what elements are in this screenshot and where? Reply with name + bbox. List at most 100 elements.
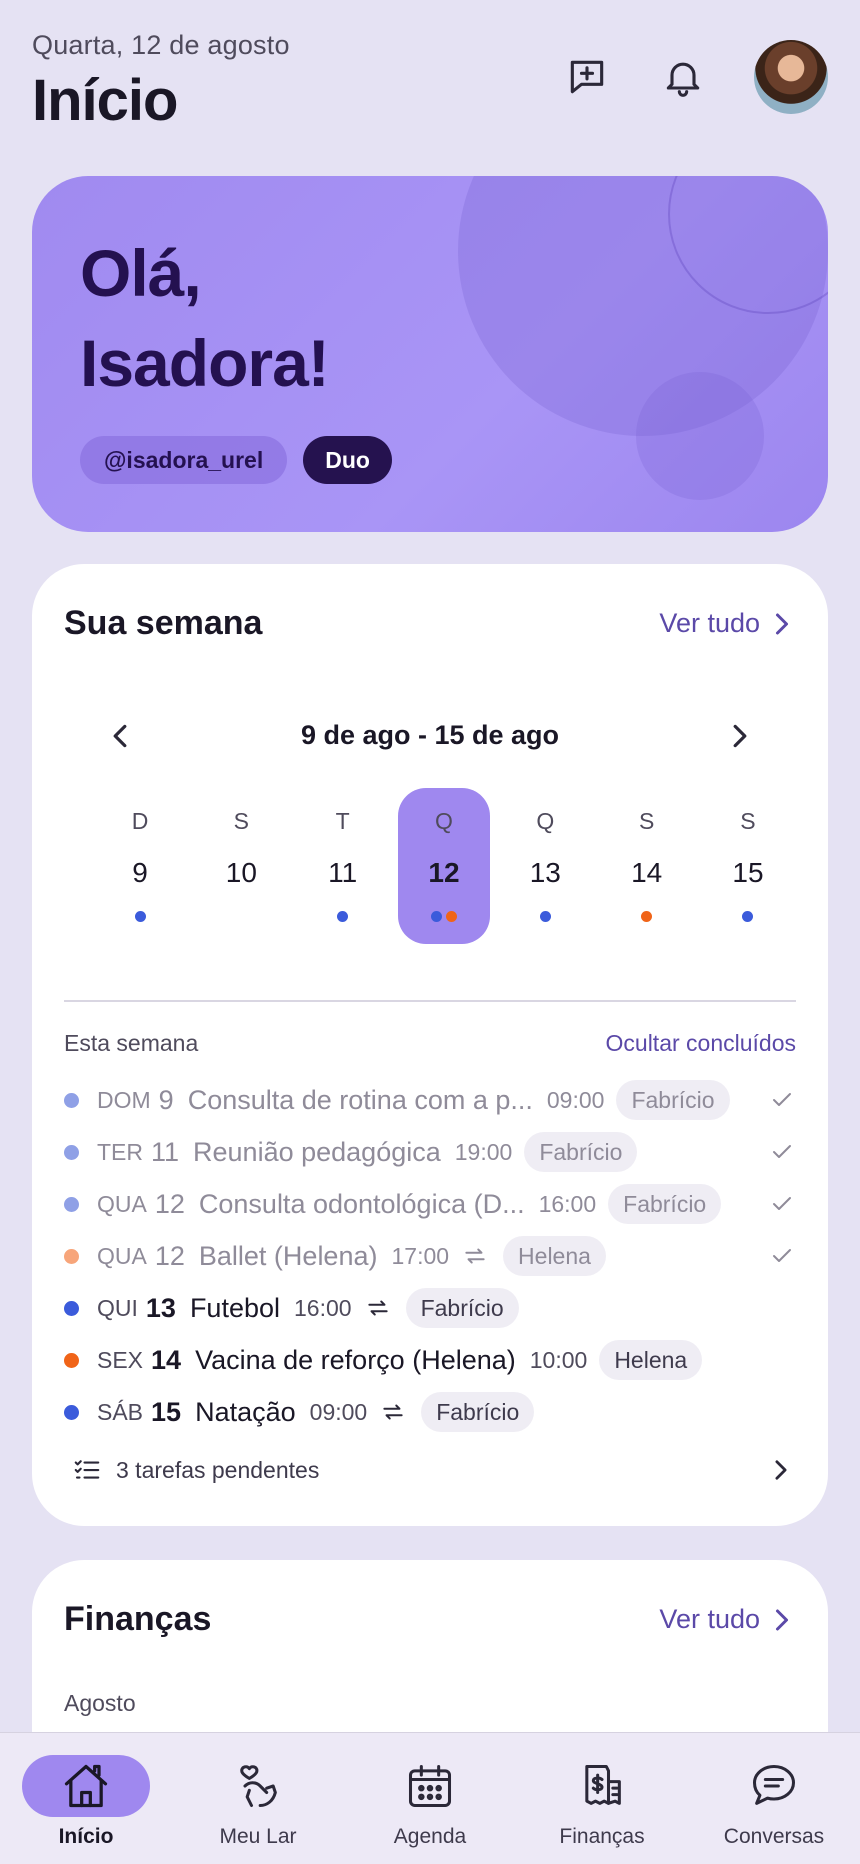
event-row[interactable]: TER 11 Reunião pedagógica 19:00 Fabrício (64, 1126, 796, 1178)
event-dot (134, 911, 146, 922)
username-chip[interactable]: @isadora_urel (80, 436, 288, 484)
day-cell[interactable]: T 11 (297, 788, 389, 944)
event-time: 19:00 (454, 1138, 513, 1165)
header: Quarta, 12 de agosto Início (32, 30, 828, 150)
event-row[interactable]: QUA 12 Ballet (Helena) 17:00 Helena (64, 1230, 796, 1282)
event-weekday: QUA (97, 1242, 147, 1269)
day-weekday: S (638, 808, 655, 834)
event-row[interactable]: QUI 13 Futebol 16:00 Fabrício (64, 1282, 796, 1334)
checklist-icon (74, 1460, 100, 1479)
event-row[interactable]: DOM 9 Consulta de rotina com a p... 09:00 Fa… (64, 1074, 796, 1126)
week-card: Sua semana Ver tudo 9 de ago - 15 de ago… (32, 564, 828, 1526)
day-number: 14 (631, 857, 663, 888)
day-cell[interactable]: S 14 (601, 788, 693, 944)
day-cell[interactable]: S 10 (195, 788, 287, 944)
day-cell[interactable]: Q 12 (397, 788, 490, 944)
event-color-dot (64, 1196, 79, 1212)
next-week-button[interactable] (720, 716, 760, 756)
event-dot (742, 911, 754, 922)
repeat-icon (461, 1242, 489, 1270)
event-color-dot (64, 1092, 79, 1108)
greeting-banner: Olá, Isadora! @isadora_urel Duo (32, 176, 828, 532)
event-day: 14 (151, 1344, 182, 1375)
day-weekday: T (335, 808, 350, 834)
nav-label: Conversas (723, 1825, 825, 1848)
bell-icon[interactable] (658, 52, 708, 102)
event-title: Consulta odontológica (D... (198, 1188, 525, 1219)
event-day: 15 (151, 1396, 182, 1427)
event-day: 9 (158, 1084, 174, 1115)
nav-label: Meu Lar (219, 1825, 297, 1848)
day-weekday: Q (536, 808, 555, 834)
chevron-right-icon (733, 724, 747, 748)
see-all-label: Ver tudo (659, 1604, 760, 1634)
assignee-tag: Helena (599, 1340, 703, 1380)
see-all-label: Ver tudo (659, 608, 760, 638)
assignee-tag: Fabrício (421, 1392, 535, 1432)
check-icon (768, 1190, 796, 1218)
nav-item-financas[interactable]: Finanças (518, 1733, 686, 1864)
pending-tasks-row[interactable]: 3 tarefas pendentes (72, 1450, 788, 1490)
event-color-dot (64, 1300, 79, 1316)
event-dot (539, 911, 551, 922)
divider (64, 1000, 796, 1002)
assignee-tag: Fabrício (405, 1288, 519, 1328)
day-number: 11 (328, 857, 358, 888)
event-dots (337, 911, 349, 923)
event-weekday: SEX (97, 1346, 144, 1373)
day-number: 15 (732, 857, 764, 888)
finance-month: Agosto (64, 1690, 136, 1716)
event-dot (337, 911, 349, 922)
header-actions (516, 40, 828, 114)
finance-title: Finanças (64, 1600, 212, 1638)
nav-label: Agenda (393, 1825, 467, 1848)
nav-item-meu-lar[interactable]: Meu Lar (174, 1733, 342, 1864)
week-see-all-link[interactable]: Ver tudo (659, 608, 790, 639)
event-dot (641, 911, 653, 922)
event-time: 16:00 (294, 1294, 352, 1321)
greeting-line-2: Isadora! (80, 326, 330, 400)
chevron-right-icon (775, 1460, 787, 1480)
event-title: Consulta de rotina com a p... (187, 1084, 533, 1115)
event-dots (742, 911, 754, 923)
chevron-right-icon (776, 613, 788, 634)
day-cell[interactable]: S 15 (702, 788, 794, 944)
chat-plus-icon[interactable] (562, 52, 612, 102)
heart-hand-icon (194, 1755, 322, 1817)
day-weekday: S (233, 808, 249, 834)
week-days: D 9 S 10 T 11 Q 12 Q 13 S 14 S 15 (94, 788, 794, 944)
week-range: 9 de ago - 15 de ago (300, 720, 560, 750)
event-list: DOM 9 Consulta de rotina com a p... 09:00 Fa… (64, 1074, 796, 1438)
event-title: Natação (195, 1396, 296, 1427)
event-color-dot (64, 1404, 79, 1420)
calendar-icon (366, 1755, 494, 1817)
hide-completed-toggle[interactable]: Ocultar concluídos (606, 1030, 796, 1057)
repeat-icon (364, 1294, 392, 1322)
plan-badge[interactable]: Duo (303, 436, 392, 484)
event-row[interactable]: QUA 12 Consulta odontológica (D... 16:00 Fab… (64, 1178, 796, 1230)
day-cell[interactable]: D9 (94, 788, 186, 944)
chevron-right-icon (776, 1609, 788, 1630)
nav-item-agenda[interactable]: Agenda (346, 1733, 514, 1864)
home-icon (22, 1755, 150, 1817)
day-number: 13 (529, 857, 561, 888)
event-weekday: QUA (97, 1190, 147, 1217)
event-title: Vacina de reforço (Helena) (195, 1344, 516, 1375)
event-dots (539, 911, 551, 923)
pending-tasks-label: 3 tarefas pendentes (116, 1456, 320, 1483)
day-cell[interactable]: Q 13 (499, 788, 591, 944)
week-title: Sua semana (64, 604, 263, 642)
event-time: 17:00 (391, 1242, 450, 1269)
event-dots (134, 911, 146, 923)
this-week-label: Esta semana (64, 1030, 199, 1056)
nav-label: Início (58, 1825, 114, 1848)
avatar[interactable] (754, 40, 828, 114)
finance-see-all-link[interactable]: Ver tudo (659, 1604, 790, 1635)
nav-item-conversas[interactable]: Conversas (690, 1733, 858, 1864)
assignee-tag: Fabrício (616, 1080, 730, 1120)
event-dot (445, 911, 457, 922)
event-row[interactable]: SÁB 15 Natação 09:00 Fabrício (64, 1386, 796, 1438)
event-row[interactable]: SEX 14 Vacina de reforço (Helena) 10:00 Hele… (64, 1334, 796, 1386)
nav-item-inicio[interactable]: Início (2, 1733, 170, 1864)
assignee-tag: Helena (503, 1236, 606, 1276)
